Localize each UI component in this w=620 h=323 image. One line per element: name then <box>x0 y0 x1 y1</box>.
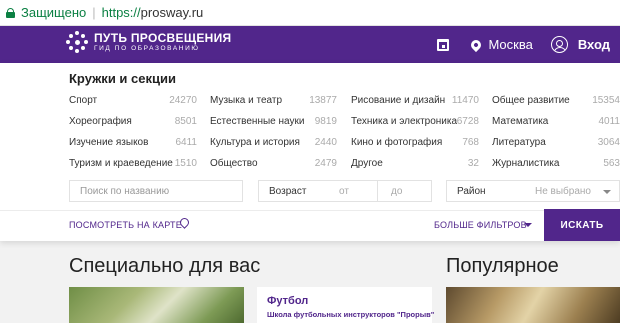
category-label: Кино и фотография <box>351 137 443 148</box>
age-label: Возраст <box>269 186 307 197</box>
filter-panel: Кружки и секции Спорт 24270 Хореография 850… <box>0 63 620 241</box>
calendar-icon[interactable] <box>437 38 450 51</box>
category-label: Туризм и краеведение <box>69 158 173 169</box>
login-link[interactable]: Вход <box>578 37 610 52</box>
lock-icon <box>6 7 15 18</box>
url-scheme: https:// <box>101 5 141 20</box>
category-item[interactable]: Естественные науки 9819 <box>210 116 337 127</box>
logo-title: ПУТЬ ПРОСВЕЩЕНИЯ <box>94 30 232 45</box>
user-icon <box>550 36 568 53</box>
category-label: Литература <box>492 137 546 148</box>
panel-title: Кружки и секции <box>69 71 176 86</box>
region-value: Не выбрано <box>535 186 591 197</box>
site-logo[interactable]: ПУТЬ ПРОСВЕЩЕНИЯ ГИД ПО ОБРАЗОВАНИЮ <box>66 31 231 53</box>
category-item[interactable]: Культура и история 2440 <box>210 137 337 148</box>
category-label: Музыка и театр <box>210 95 283 106</box>
category-item[interactable]: Хореография 8501 <box>69 116 197 127</box>
category-count: 768 <box>462 137 479 148</box>
category-count: 11470 <box>451 95 479 106</box>
category-item[interactable]: Литература 3064 <box>492 137 620 148</box>
category-label: Общее развитие <box>492 95 570 106</box>
card-image[interactable] <box>69 287 244 323</box>
category-item[interactable]: Другое 32 <box>351 158 479 169</box>
address-bar[interactable]: Защищено | https:// prosway.ru <box>0 0 620 26</box>
more-filters-chevron-icon <box>524 223 532 227</box>
category-count: 24270 <box>169 95 197 106</box>
category-count: 6728 <box>456 116 479 127</box>
section-title-for-you: Специально для вас <box>69 255 261 277</box>
category-label: Математика <box>492 116 549 127</box>
category-count: 32 <box>467 158 479 169</box>
popular-card-image[interactable] <box>446 287 620 323</box>
category-item[interactable]: Общее развитие 15354 <box>492 95 620 106</box>
category-count: 15354 <box>592 95 620 106</box>
category-count: 13877 <box>309 95 337 106</box>
activity-card[interactable]: Футбол Школа футбольных инструкторов "Пр… <box>257 287 435 323</box>
category-label: Техника и электроника <box>351 116 458 127</box>
search-button[interactable]: ИСКАТЬ <box>544 209 620 241</box>
category-count: 2440 <box>314 137 337 148</box>
category-label: Журналистика <box>492 158 560 169</box>
category-count: 9819 <box>314 116 337 127</box>
category-item[interactable]: Музыка и театр 13877 <box>210 95 337 106</box>
category-count: 563 <box>603 158 620 169</box>
age-from-input[interactable]: от <box>339 186 349 197</box>
category-label: Общество <box>210 158 258 169</box>
category-item[interactable]: Общество 2479 <box>210 158 337 169</box>
region-select[interactable]: Район Не выбрано <box>446 180 620 202</box>
category-count: 4011 <box>598 116 620 127</box>
divider <box>0 210 620 211</box>
category-item[interactable]: Журналистика 563 <box>492 158 620 169</box>
more-filters-button[interactable]: БОЛЬШЕ ФИЛЬТРОВ <box>434 220 527 230</box>
age-field[interactable]: Возраст от до <box>258 180 432 202</box>
logo-subtitle: ГИД ПО ОБРАЗОВАНИЮ <box>94 44 200 52</box>
category-count: 8501 <box>174 116 197 127</box>
age-divider <box>377 181 378 201</box>
url-host: prosway.ru <box>140 5 204 20</box>
search-input[interactable] <box>70 181 242 201</box>
category-item[interactable]: Изучение языков 6411 <box>69 137 197 148</box>
category-item[interactable]: Туризм и краеведение 1510 <box>69 158 197 169</box>
age-to-input[interactable]: до <box>391 186 402 197</box>
address-divider: | <box>92 5 96 20</box>
category-label: Культура и история <box>210 137 300 148</box>
category-count: 6411 <box>175 137 197 148</box>
site-header: ПУТЬ ПРОСВЕЩЕНИЯ ГИД ПО ОБРАЗОВАНИЮ Моск… <box>0 26 620 63</box>
category-count: 1510 <box>174 158 197 169</box>
category-label: Естественные науки <box>210 116 305 127</box>
category-item[interactable]: Математика 4011 <box>492 116 620 127</box>
category-count: 3064 <box>597 137 620 148</box>
logo-icon <box>66 31 88 53</box>
category-label: Хореография <box>69 116 132 127</box>
city-selector[interactable]: Москва <box>488 37 532 52</box>
category-label: Спорт <box>69 95 98 106</box>
region-label: Район <box>457 186 486 197</box>
search-field[interactable] <box>69 180 243 202</box>
category-label: Изучение языков <box>69 137 149 148</box>
card-title[interactable]: Футбол <box>267 295 308 307</box>
category-count: 2479 <box>314 158 337 169</box>
category-item[interactable]: Кино и фотография 768 <box>351 137 479 148</box>
category-label: Другое <box>351 158 383 169</box>
location-pin-icon <box>469 37 484 52</box>
section-title-popular: Популярное <box>446 255 559 277</box>
show-on-map-link[interactable]: ПОСМОТРЕТЬ НА КАРТЕ <box>69 220 182 230</box>
category-item[interactable]: Техника и электроника 6728 <box>351 116 479 127</box>
category-item[interactable]: Рисование и дизайн 11470 <box>351 95 479 106</box>
chevron-down-icon <box>603 190 611 194</box>
category-item[interactable]: Спорт 24270 <box>69 95 197 106</box>
card-subtitle: Школа футбольных инструкторов "Прорыв" <box>267 310 435 319</box>
secure-label: Защищено <box>21 5 87 20</box>
category-label: Рисование и дизайн <box>351 95 446 106</box>
